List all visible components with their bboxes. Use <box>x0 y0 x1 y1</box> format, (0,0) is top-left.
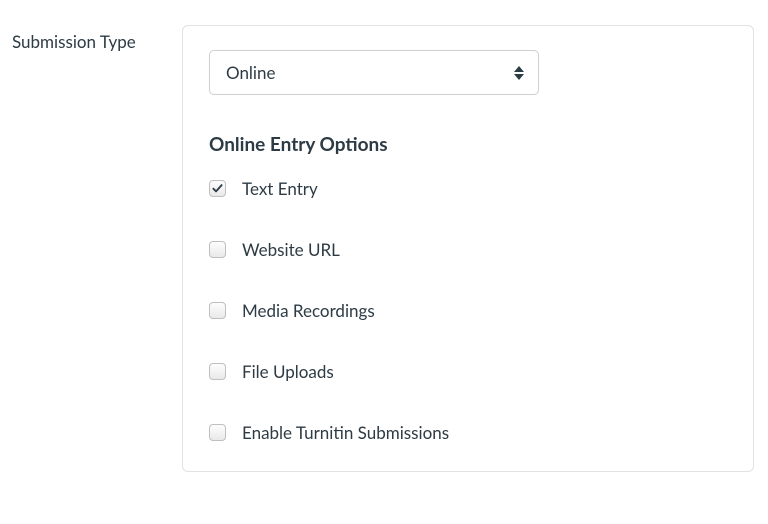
checkbox-enable-turnitin[interactable] <box>209 424 226 441</box>
option-label[interactable]: Enable Turnitin Submissions <box>242 422 449 443</box>
checkbox-text-entry[interactable] <box>209 180 226 197</box>
check-icon <box>212 183 223 194</box>
option-text-entry: Text Entry <box>209 178 727 199</box>
option-enable-turnitin: Enable Turnitin Submissions <box>209 422 727 443</box>
checkbox-media-recordings[interactable] <box>209 302 226 319</box>
checkbox-website-url[interactable] <box>209 241 226 258</box>
option-website-url: Website URL <box>209 239 727 260</box>
online-entry-options-heading: Online Entry Options <box>209 133 727 156</box>
option-label[interactable]: Media Recordings <box>242 300 375 321</box>
option-label[interactable]: Website URL <box>242 239 340 260</box>
option-label[interactable]: Text Entry <box>242 178 318 199</box>
submission-type-select-wrap: Online <box>209 50 539 95</box>
submission-type-select-value: Online <box>226 62 275 83</box>
submission-type-select[interactable]: Online <box>209 50 539 95</box>
option-file-uploads: File Uploads <box>209 361 727 382</box>
checkbox-file-uploads[interactable] <box>209 363 226 380</box>
submission-type-panel: Online Online Entry Options Text Entry W… <box>182 25 754 472</box>
submission-type-row: Submission Type Online Online Entry Opti… <box>0 0 768 472</box>
submission-type-label: Submission Type <box>12 25 182 52</box>
option-media-recordings: Media Recordings <box>209 300 727 321</box>
option-label[interactable]: File Uploads <box>242 361 334 382</box>
